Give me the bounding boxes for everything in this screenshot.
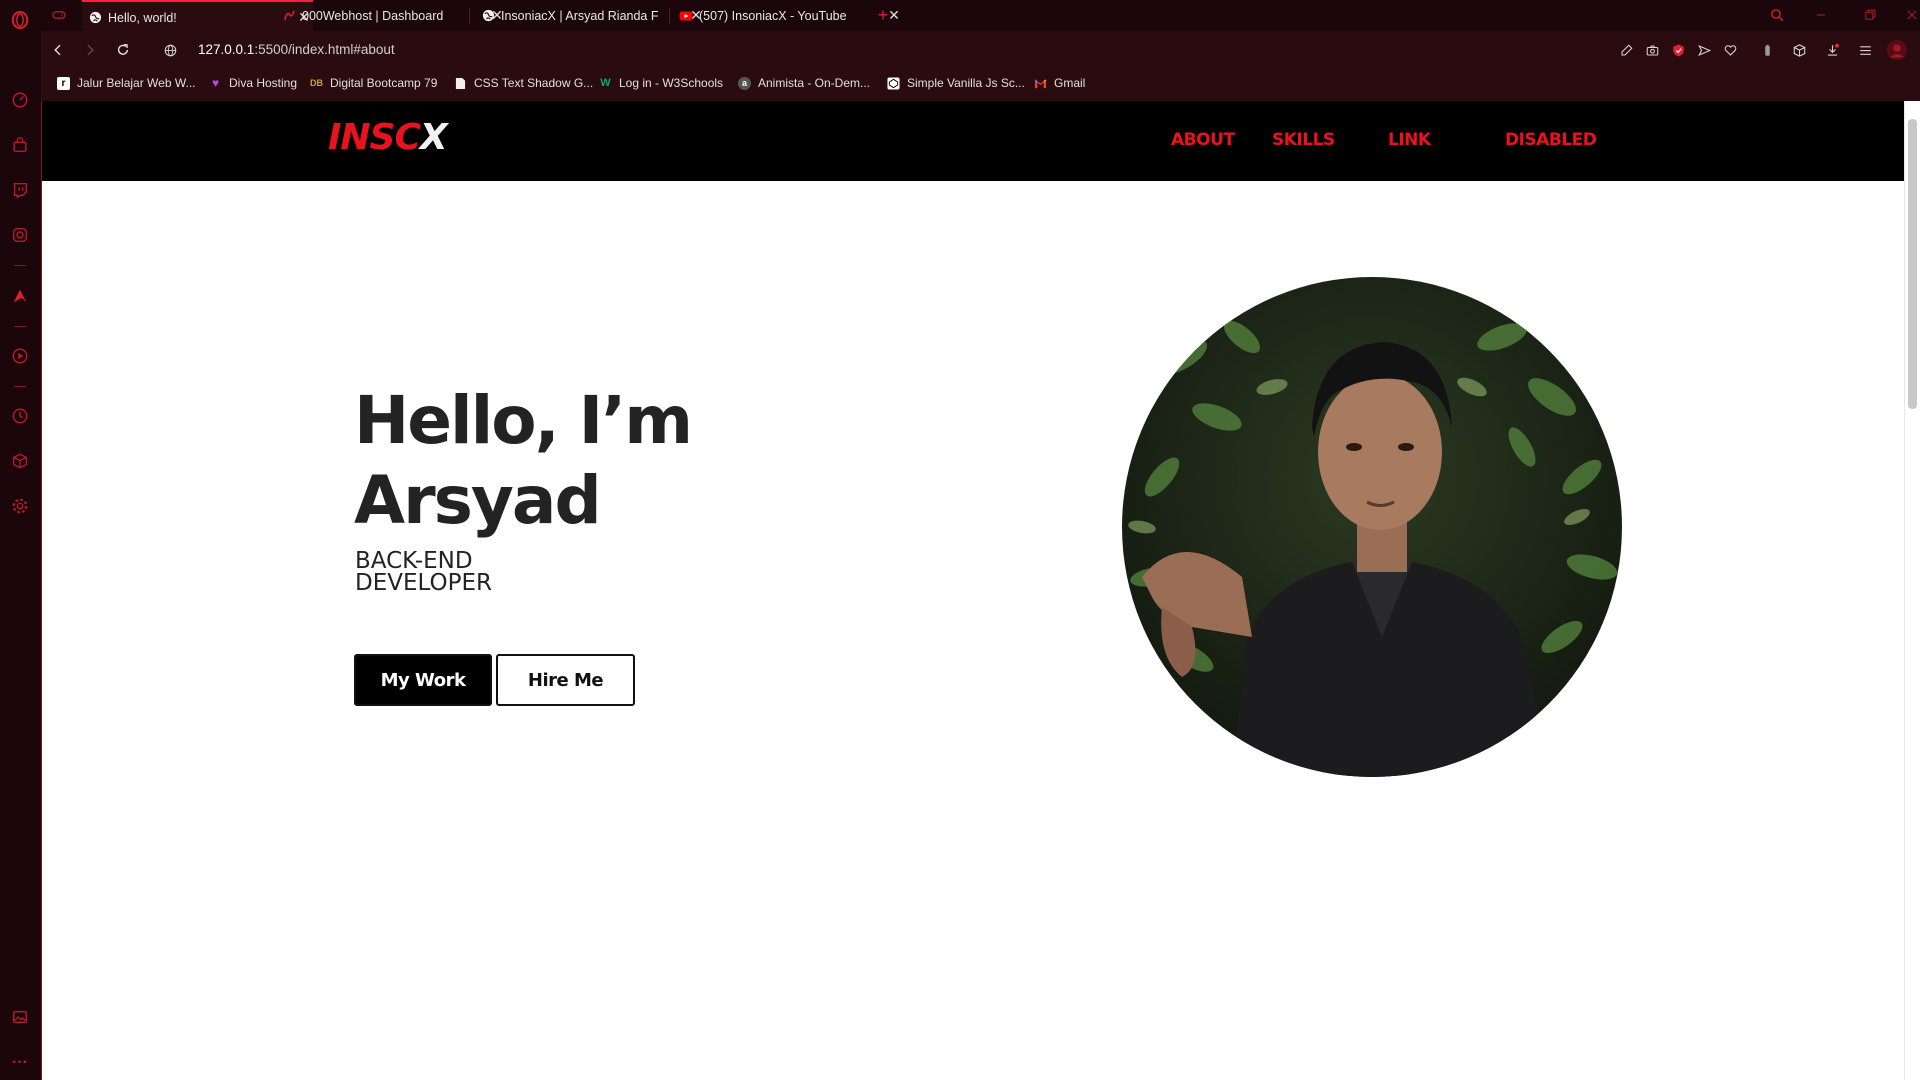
bookmark-w3schools[interactable]: W Log in - W3Schools xyxy=(599,76,723,90)
tab-search-icon[interactable] xyxy=(1766,4,1788,26)
tab-title: InsoniacX | Arsyad Rianda F xyxy=(501,8,659,23)
hero-subtitle-line2: DEVELOPER xyxy=(355,570,492,596)
shopping-bag-icon[interactable] xyxy=(9,134,31,156)
extensions-icon[interactable] xyxy=(1789,40,1809,60)
bookmark-animista[interactable]: a Animista - On-Dem... xyxy=(738,76,870,90)
bootcamp-icon: DB xyxy=(310,78,323,88)
vertical-scrollbar[interactable] xyxy=(1904,101,1920,1080)
speed-dial-icon[interactable] xyxy=(9,89,31,111)
bookmark-label: Gmail xyxy=(1054,76,1086,90)
profile-photo xyxy=(1122,277,1622,777)
settings-gear-icon[interactable] xyxy=(9,495,31,517)
logo-red-text: INSC xyxy=(328,117,421,158)
send-icon[interactable] xyxy=(1694,40,1714,60)
bookmark-label: Diva Hosting xyxy=(229,76,298,90)
player-icon[interactable] xyxy=(9,345,31,367)
hero-subtitle: BACK-END DEVELOPER xyxy=(355,548,492,596)
bookmark-diva-hosting[interactable]: ♥ Diva Hosting xyxy=(209,76,297,90)
more-dots-icon[interactable]: ··· xyxy=(9,1052,31,1074)
workspace-gamepad-icon[interactable] xyxy=(48,4,70,26)
bookmark-label: Jalur Belajar Web W... xyxy=(77,76,196,90)
tab-youtube[interactable]: (507) InsoniacX - YouTube ✕ xyxy=(673,2,903,29)
minimize-icon[interactable] xyxy=(1810,4,1832,26)
aria-icon[interactable] xyxy=(9,285,31,307)
bookmarks-bar: r Jalur Belajar Web W... ♥ Diva Hosting … xyxy=(41,69,1920,101)
instagram-icon[interactable] xyxy=(9,224,31,246)
page-viewport: INSCX ABOUT SKILLS LINK DISABLED Hello, … xyxy=(41,101,1906,1080)
easy-setup-edit-icon[interactable] xyxy=(1616,40,1636,60)
bookmark-label: Simple Vanilla Js Sc... xyxy=(907,76,1025,90)
hero-heading-line2: Arsyad xyxy=(354,462,602,539)
page-icon xyxy=(454,77,467,90)
globe-icon xyxy=(481,9,495,23)
url-field[interactable]: 127.0.0.1:5500/index.html#about xyxy=(198,42,395,57)
tab-title: 000Webhost | Dashboard xyxy=(302,8,444,23)
battery-icon[interactable] xyxy=(1757,40,1777,60)
easy-setup-menu-icon[interactable] xyxy=(1855,40,1875,60)
animista-icon: a xyxy=(738,76,751,90)
address-bar: 127.0.0.1:5500/index.html#about xyxy=(41,31,1920,69)
bookmark-label: Digital Bootcamp 79 xyxy=(330,76,438,90)
hire-me-button[interactable]: Hire Me xyxy=(496,654,635,706)
bookmark-digital-bootcamp[interactable]: DB Digital Bootcamp 79 xyxy=(310,76,437,90)
bookmark-label: Animista - On-Dem... xyxy=(758,76,871,90)
restore-icon[interactable] xyxy=(1859,4,1881,26)
downloads-icon[interactable] xyxy=(1822,40,1842,60)
bookmark-label: CSS Text Shadow G... xyxy=(474,76,594,90)
dicoding-icon: r xyxy=(57,76,70,90)
heart-icon: ♥ xyxy=(211,76,220,90)
hero-heading-line1: Hello, I’m xyxy=(354,382,693,459)
my-work-button[interactable]: My Work xyxy=(354,654,492,706)
site-info-globe-icon[interactable] xyxy=(159,39,181,61)
site-navbar: INSCX ABOUT SKILLS LINK DISABLED xyxy=(42,101,1906,181)
site-logo[interactable]: INSCX xyxy=(328,117,448,158)
extensions-cube-icon[interactable] xyxy=(9,450,31,472)
w3schools-icon: W xyxy=(600,77,611,89)
close-window-icon[interactable] xyxy=(1901,4,1920,26)
url-host: 127.0.0.1 xyxy=(198,42,255,57)
bookmark-vanilla-js[interactable]: Simple Vanilla Js Sc... xyxy=(887,76,1025,90)
bookmark-jalur-belajar[interactable]: r Jalur Belajar Web W... xyxy=(57,76,196,90)
tab-title: (507) InsoniacX - YouTube xyxy=(699,8,847,23)
twitch-icon[interactable] xyxy=(9,179,31,201)
opera-sidebar: ··· xyxy=(0,0,42,1080)
globe-icon xyxy=(88,11,102,25)
opera-logo-icon[interactable] xyxy=(9,9,31,31)
webhost-icon xyxy=(282,9,296,23)
logo-white-text: X xyxy=(419,117,448,158)
nav-link-about[interactable]: ABOUT xyxy=(1171,130,1235,150)
profile-avatar[interactable] xyxy=(1885,38,1909,62)
bookmark-gmail[interactable]: Gmail xyxy=(1034,76,1085,90)
bookmark-heart-icon[interactable] xyxy=(1720,40,1740,60)
snapshot-camera-icon[interactable] xyxy=(1642,40,1662,60)
bookmark-label: Log in - W3Schools xyxy=(619,76,724,90)
bookmark-css-text-shadow[interactable]: CSS Text Shadow G... xyxy=(454,76,593,90)
reload-icon[interactable] xyxy=(112,39,134,61)
nav-link-link[interactable]: LINK xyxy=(1388,130,1431,150)
tab-000webhost[interactable]: 000Webhost | Dashboard ✕ xyxy=(276,2,506,29)
tab-insoniacx[interactable]: InsoniacX | Arsyad Rianda F ✕ xyxy=(475,2,705,29)
url-path: :5500/index.html#about xyxy=(254,42,395,57)
hero-heading: Hello, I’m Arsyad xyxy=(354,381,693,541)
forward-icon[interactable] xyxy=(79,39,101,61)
nav-link-disabled[interactable]: DISABLED xyxy=(1505,130,1597,150)
scrollbar-thumb[interactable] xyxy=(1908,119,1917,409)
nav-link-skills[interactable]: SKILLS xyxy=(1272,130,1335,150)
history-icon[interactable] xyxy=(9,405,31,427)
tab-title: Hello, world! xyxy=(108,10,177,25)
new-tab-button[interactable]: + xyxy=(872,4,894,26)
wallpaper-icon[interactable] xyxy=(9,1006,31,1028)
tab-strip: Hello, world! ✕ 000Webhost | Dashboard ✕… xyxy=(41,0,1920,33)
youtube-icon xyxy=(679,9,693,23)
hero-subtitle-line1: BACK-END xyxy=(355,548,473,574)
back-icon[interactable] xyxy=(47,39,69,61)
gmail-icon xyxy=(1034,77,1047,90)
codepen-icon xyxy=(887,76,900,90)
adblock-shield-icon[interactable] xyxy=(1668,40,1688,60)
